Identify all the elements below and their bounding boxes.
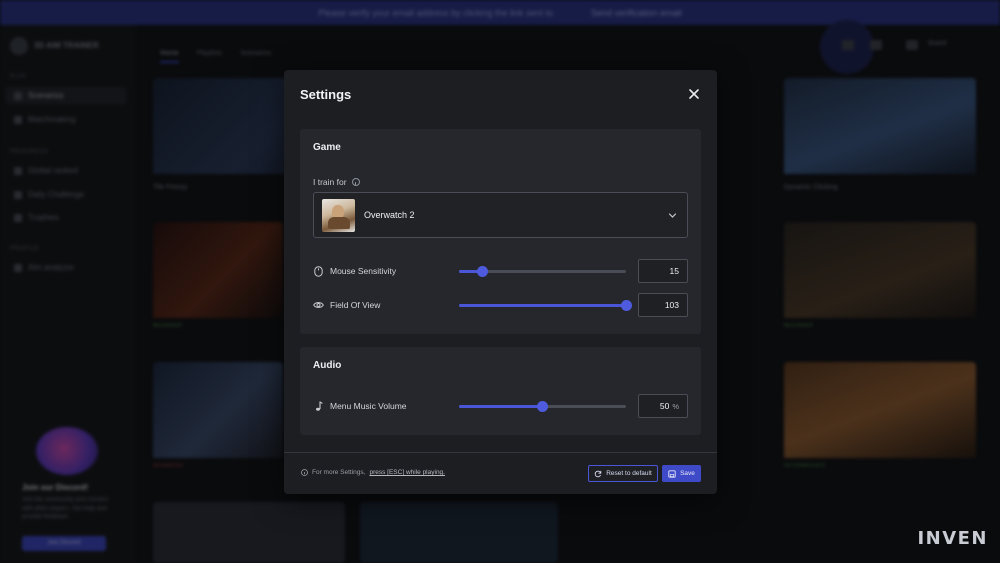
selected-game-name: Overwatch 2 (364, 210, 415, 220)
train-for-text: I train for (313, 177, 347, 187)
reset-to-default-button[interactable]: Reset to default (588, 465, 658, 482)
settings-dialog: Settings Game I train for Overwatch 2 Mo… (284, 70, 717, 494)
field-of-view-slider[interactable] (459, 300, 632, 311)
reset-label: Reset to default (606, 470, 652, 477)
slider-label: Mouse Sensitivity (330, 266, 397, 276)
input-value: 50 (659, 401, 670, 411)
menu-music-volume-input[interactable]: 50 % (638, 394, 688, 418)
input-unit: % (672, 401, 679, 411)
dialog-title: Settings (300, 87, 352, 102)
mouse-icon (313, 265, 324, 277)
save-button[interactable]: Save (662, 465, 701, 482)
field-of-view-row: Field Of View 103 (313, 293, 688, 317)
game-settings-panel: Game I train for Overwatch 2 Mouse Sensi… (300, 129, 701, 334)
mouse-sensitivity-row: Mouse Sensitivity 15 (313, 259, 688, 283)
save-icon (668, 469, 676, 478)
info-icon[interactable] (351, 178, 360, 186)
close-button[interactable] (687, 87, 701, 101)
audio-settings-panel: Audio Menu Music Volume 50 % (300, 347, 701, 435)
chevron-down-icon (668, 213, 677, 218)
footer-note-text: For more Settings, (312, 469, 366, 476)
input-value: 15 (669, 266, 679, 276)
slider-handle[interactable] (620, 300, 632, 311)
close-icon (689, 89, 699, 99)
footer-divider (284, 452, 717, 453)
footer-note-link[interactable]: press [ESC] while playing. (369, 469, 445, 476)
menu-music-volume-slider[interactable] (459, 401, 626, 412)
slider-fill (459, 405, 543, 408)
slider-label: Field Of View (330, 300, 381, 310)
save-label: Save (680, 470, 695, 477)
menu-music-volume-row: Menu Music Volume 50 % (313, 394, 688, 418)
slider-label: Menu Music Volume (330, 401, 407, 411)
train-for-label: I train for (313, 177, 360, 187)
audio-section-title: Audio (313, 360, 342, 371)
inven-watermark: INVEN (917, 528, 988, 549)
field-of-view-input[interactable]: 103 (638, 293, 688, 317)
info-icon (301, 469, 308, 476)
slider-fill (459, 304, 626, 307)
slider-handle[interactable] (476, 266, 488, 277)
footer-note: For more Settings, press [ESC] while pla… (301, 469, 445, 476)
music-note-icon (313, 400, 324, 412)
input-value: 103 (664, 300, 679, 310)
eye-icon (313, 300, 324, 311)
mouse-sensitivity-input[interactable]: 15 (638, 259, 688, 283)
mouse-sensitivity-slider[interactable] (459, 266, 626, 277)
slider-handle[interactable] (537, 401, 548, 412)
game-cover-image (322, 198, 355, 232)
game-select-dropdown[interactable]: Overwatch 2 (313, 192, 688, 238)
game-section-title: Game (313, 142, 341, 153)
reset-icon (595, 470, 602, 477)
